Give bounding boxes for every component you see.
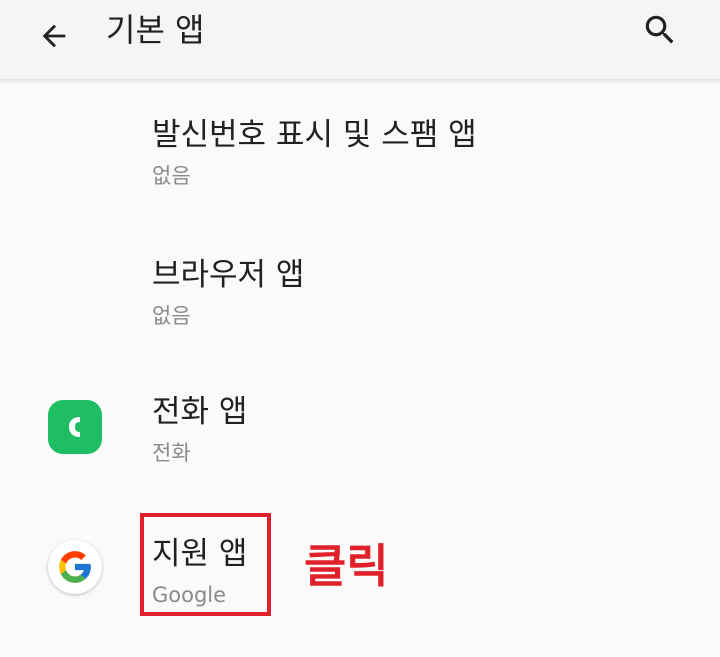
app-bar: 기본 앱 [0, 0, 720, 80]
google-icon [48, 540, 102, 594]
list-item-subtitle: 없음 [152, 164, 191, 188]
list-item-phone-app[interactable]: 전화 앱 전화 [0, 380, 720, 518]
list-item-caller-id-spam[interactable]: 발신번호 표시 및 스팸 앱 없음 [0, 103, 720, 241]
click-annotation: 클릭 [304, 539, 389, 593]
arrow-back-icon [42, 24, 66, 48]
search-icon [645, 15, 674, 44]
list-item-subtitle: 전화 [152, 441, 191, 465]
list-item-title: 전화 앱 [152, 394, 248, 430]
list-item-browser-app[interactable]: 브라우저 앱 없음 [0, 241, 720, 379]
search-button[interactable] [634, 4, 686, 56]
list-item-title: 발신번호 표시 및 스팸 앱 [152, 117, 477, 153]
phone-app-icon [48, 400, 102, 454]
list-item-title: 브라우저 앱 [152, 257, 305, 293]
list-item-subtitle: 없음 [152, 304, 191, 328]
back-button[interactable] [28, 10, 80, 62]
page-title: 기본 앱 [106, 11, 205, 49]
highlight-box [140, 513, 271, 616]
